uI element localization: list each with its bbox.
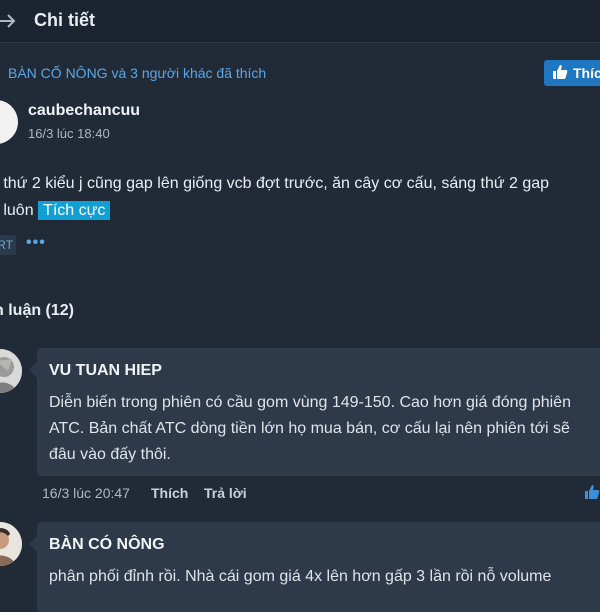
comment-author[interactable]: BÀN CÓ NÔNG [49,536,165,554]
post-body: g thứ 2 kiểu j cũng gap lên giống vcb đợ… [0,170,600,224]
comment-avatar[interactable] [0,349,22,393]
post-body-line-1: g thứ 2 kiểu j cũng gap lên giống vcb đợ… [0,175,550,192]
like-summary[interactable]: BÀN CỐ NÔNG và 3 người khác đã thích [8,65,266,81]
sentiment-tag[interactable]: Tích cực [38,201,111,220]
post-author-avatar[interactable] [0,100,18,144]
top-bar: Chi tiết [0,0,600,43]
like-button[interactable]: Thíc [544,60,600,86]
comment-author[interactable]: VU TUAN HIEP [49,362,162,380]
comment-like-button[interactable]: Thích [151,485,188,501]
thumbs-up-icon[interactable] [584,484,600,505]
post-author[interactable]: caubechancuu [28,102,140,120]
back-arrow-icon[interactable] [0,11,18,36]
post-body-line-2: h luôn [0,202,34,219]
retweet-badge[interactable]: RT [0,235,16,255]
like-button-label: Thíc [573,65,600,81]
comment-card: VU TUAN HIEP Diễn biến trong phiên có cầ… [29,348,600,476]
post-time: 16/3 lúc 18:40 [28,126,110,141]
likers-count-link[interactable]: và 3 người khác đã thích [108,65,266,81]
liker-name-link[interactable]: BÀN CỐ NÔNG [8,65,108,81]
comment-reply-button[interactable]: Trả lời [204,485,247,501]
comment-text: Diễn biến trong phiên có cầu gom vùng 14… [49,394,571,463]
comment-time: 16/3 lúc 20:47 [42,485,130,501]
page-title: Chi tiết [34,10,95,30]
thumbs-up-icon [552,64,568,83]
comment-avatar[interactable] [0,522,22,566]
comments-heading: h luận (12) [0,302,75,319]
more-options-icon[interactable]: ••• [26,234,46,252]
comment-card: BÀN CÓ NÔNG phân phối đỉnh rồi. Nhà cái … [29,522,600,612]
comment-text: phân phối đỉnh rồi. Nhà cái gom giá 4x l… [49,568,552,585]
